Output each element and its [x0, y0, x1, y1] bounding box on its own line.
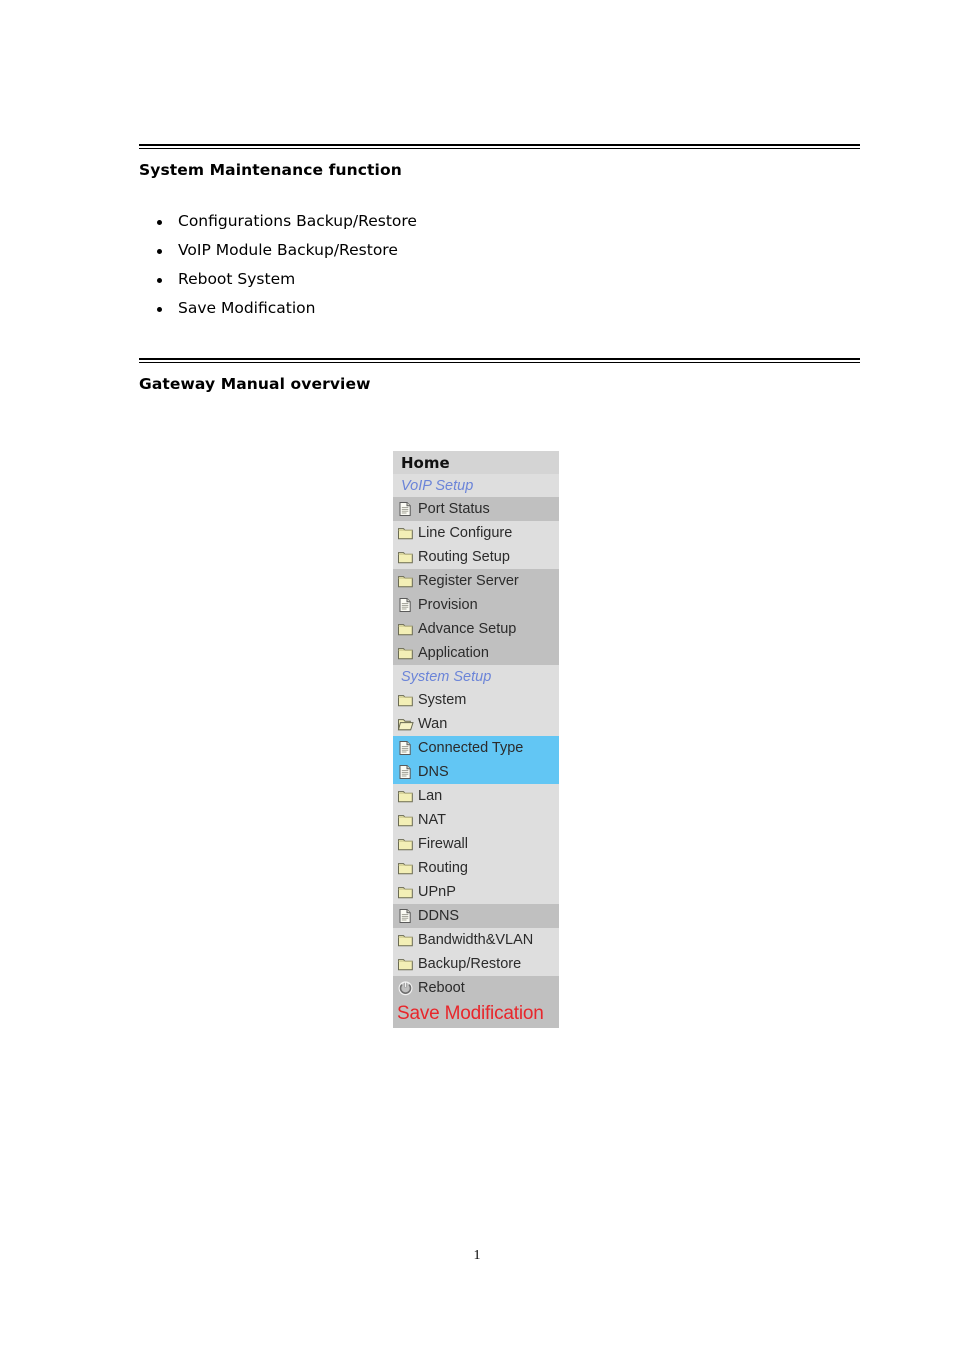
list-item: VoIP Module Backup/Restore	[157, 236, 860, 265]
page-icon	[397, 501, 414, 517]
heading-rule-top	[139, 144, 860, 149]
menu-item-label: Reboot	[418, 980, 465, 996]
menu-item-label: Backup/Restore	[418, 956, 522, 972]
menu-item-label: System	[418, 692, 467, 708]
menu-item-nat[interactable]: NAT	[393, 808, 559, 832]
menu-item-label: System Setup	[401, 668, 492, 685]
menu-item-label: UPnP	[418, 884, 456, 900]
folder-icon	[397, 884, 414, 900]
folder-icon	[397, 645, 414, 661]
menu-item-label: DNS	[418, 764, 449, 780]
document-page: System Maintenance function Configuratio…	[0, 0, 954, 1351]
menu-item-backup-restore[interactable]: Backup/Restore	[393, 952, 559, 976]
menu-item-line-configure[interactable]: Line Configure	[393, 521, 559, 545]
folder-icon	[397, 788, 414, 804]
heading-rule-bottom	[139, 358, 860, 363]
menu-item-wan[interactable]: Wan	[393, 712, 559, 736]
menu-item-label: Bandwidth&VLAN	[418, 932, 534, 948]
menu-item-label: Routing	[418, 860, 468, 876]
folder-open-icon	[397, 716, 414, 732]
folder-icon	[397, 812, 414, 828]
page-icon	[397, 597, 414, 613]
menu-item-label: VoIP Setup	[401, 477, 474, 494]
menu-item-label: DDNS	[418, 908, 460, 924]
menu-item-label: Home	[401, 453, 450, 472]
menu-item-ddns[interactable]: DDNS	[393, 904, 559, 928]
menu-item-advance-setup[interactable]: Advance Setup	[393, 617, 559, 641]
menu-item-label: Save Modification	[397, 1003, 544, 1024]
folder-icon	[397, 621, 414, 637]
menu-item-label: Advance Setup	[418, 621, 517, 637]
folder-icon	[397, 932, 414, 948]
document-content: System Maintenance function Configuratio…	[139, 144, 860, 393]
folder-icon	[397, 836, 414, 852]
power-icon	[397, 980, 414, 996]
heading-rule-bottom-wrap: Gateway Manual overview	[139, 358, 860, 393]
folder-icon	[397, 549, 414, 565]
menu-item-label: Line Configure	[418, 525, 513, 541]
menu-item-connected-type[interactable]: Connected Type	[393, 736, 559, 760]
folder-icon	[397, 956, 414, 972]
menu-item-label: Provision	[418, 597, 478, 613]
menu-item-register-server[interactable]: Register Server	[393, 569, 559, 593]
menu-item-label: NAT	[418, 812, 446, 828]
menu-item-dns[interactable]: DNS	[393, 760, 559, 784]
menu-item-routing[interactable]: Routing	[393, 856, 559, 880]
menu-item-label: Port Status	[418, 501, 490, 517]
menu-item-port-status[interactable]: Port Status	[393, 497, 559, 521]
page-icon	[397, 908, 414, 924]
folder-icon	[397, 692, 414, 708]
menu-item-voip-setup: VoIP Setup	[393, 474, 559, 497]
page-title: System Maintenance function	[139, 161, 402, 179]
menu-item-save-modification[interactable]: Save Modification	[393, 1000, 559, 1028]
menu-item-system-setup: System Setup	[393, 665, 559, 688]
menu-item-routing-setup[interactable]: Routing Setup	[393, 545, 559, 569]
menu-item-label: Application	[418, 645, 489, 661]
menu-item-application[interactable]: Application	[393, 641, 559, 665]
page-icon	[397, 740, 414, 756]
maintenance-feature-list: Configurations Backup/Restore VoIP Modul…	[139, 207, 860, 323]
menu-item-label: Lan	[418, 788, 443, 804]
menu-item-bandwidth-vlan[interactable]: Bandwidth&VLAN	[393, 928, 559, 952]
menu-item-lan[interactable]: Lan	[393, 784, 559, 808]
menu-item-provision[interactable]: Provision	[393, 593, 559, 617]
menu-item-firewall[interactable]: Firewall	[393, 832, 559, 856]
menu-item-label: Connected Type	[418, 740, 524, 756]
menu-item-label: Firewall	[418, 836, 468, 852]
folder-icon	[397, 860, 414, 876]
menu-item-upnp[interactable]: UPnP	[393, 880, 559, 904]
section-title-overview: Gateway Manual overview	[139, 375, 371, 393]
page-number: 1	[473, 1248, 481, 1263]
menu-item-label: Wan	[418, 716, 448, 732]
list-item: Reboot System	[157, 265, 860, 294]
menu-item-reboot[interactable]: Reboot	[393, 976, 559, 1000]
list-item: Save Modification	[157, 294, 860, 323]
folder-icon	[397, 525, 414, 541]
menu-item-label: Register Server	[418, 573, 519, 589]
list-item: Configurations Backup/Restore	[157, 207, 860, 236]
menu-item-home: Home	[393, 451, 559, 474]
gateway-menu-panel: Home VoIP Setup Port Status Line Configure R…	[393, 451, 559, 1028]
menu-item-system[interactable]: System	[393, 688, 559, 712]
page-icon	[397, 764, 414, 780]
folder-icon	[397, 573, 414, 589]
menu-item-label: Routing Setup	[418, 549, 510, 565]
